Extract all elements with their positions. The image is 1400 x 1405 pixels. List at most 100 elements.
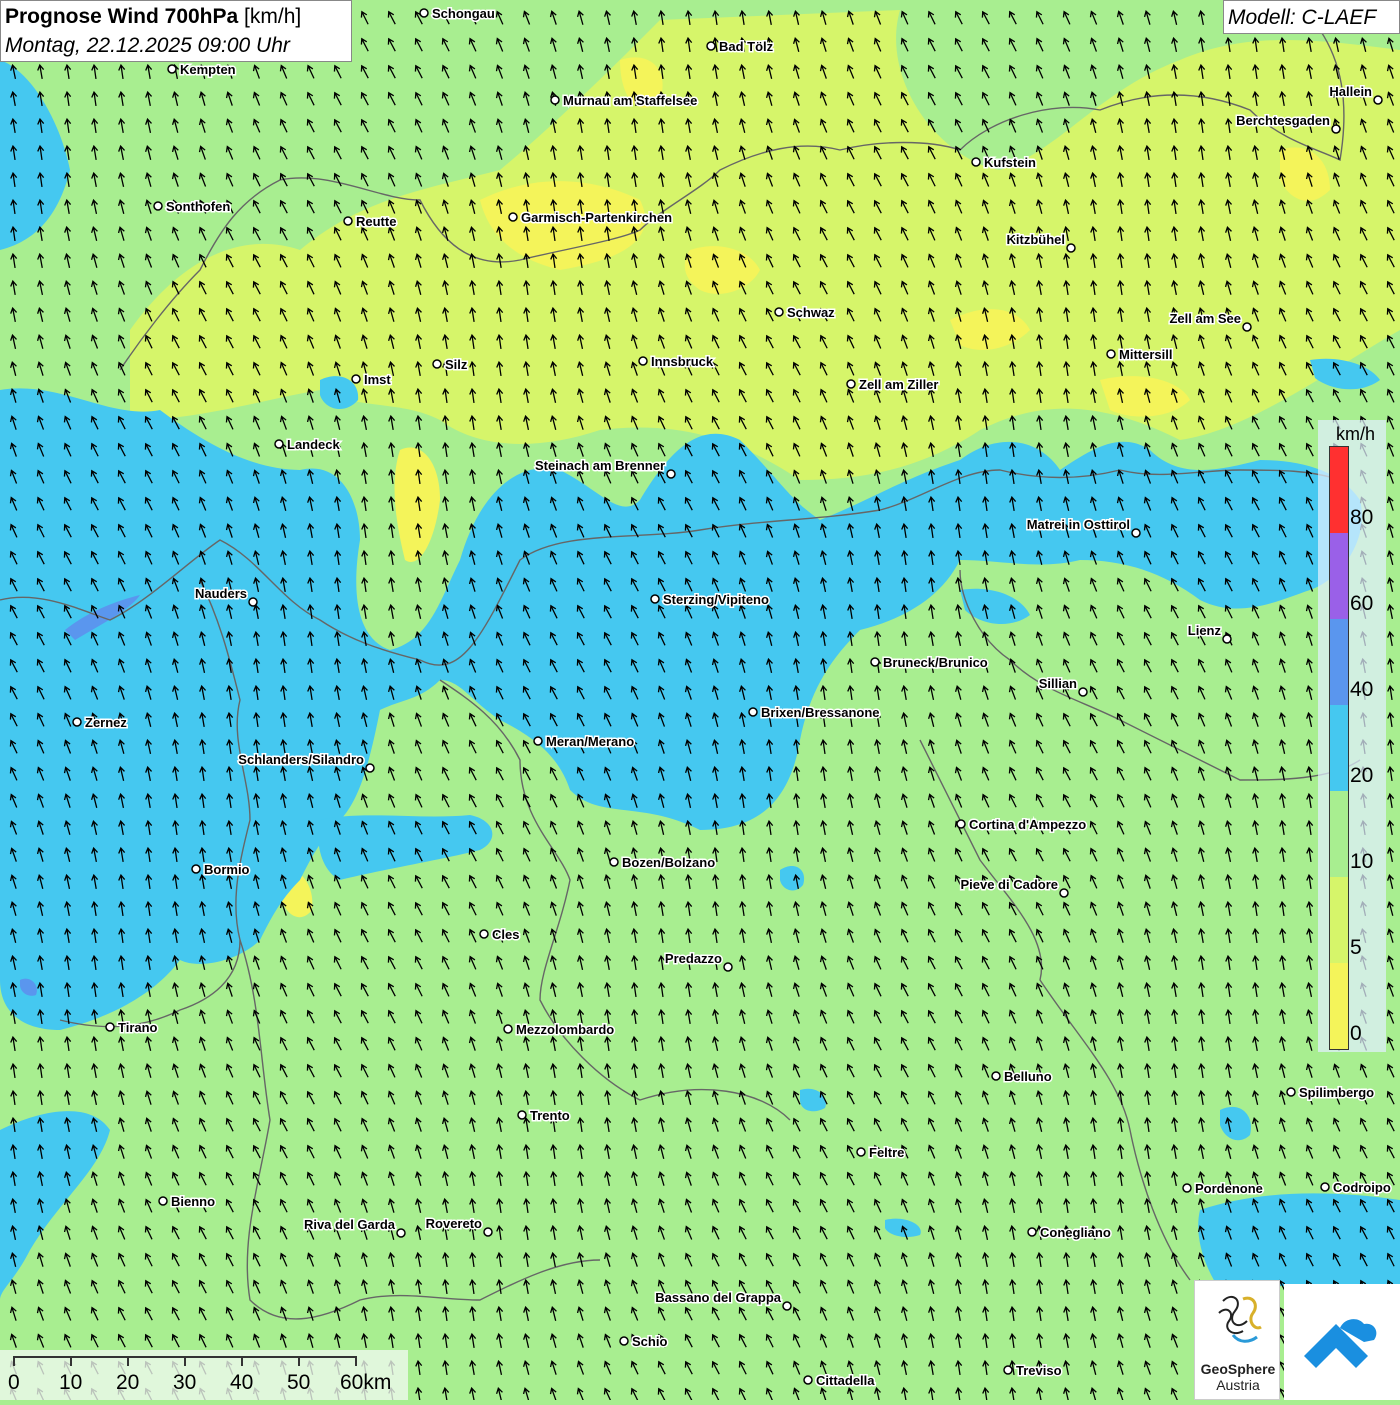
city-dot [1131,528,1141,538]
geosphere-logo-sub: Austria [1216,1377,1260,1393]
title-main: Prognose Wind 700hPa [5,5,239,28]
city-dot [1003,1365,1013,1375]
city-marker: Pordenone [1182,1180,1264,1198]
city-dot [517,1110,527,1120]
city-dot [1331,124,1341,134]
city-dot [191,864,201,874]
legend-segment [1330,791,1348,877]
city-label: Bormio [204,862,250,877]
city-label: Steinach am Brenner [535,458,665,473]
city-marker: Murnau am Staffelsee [550,92,699,110]
legend-segment [1330,447,1348,533]
city-marker: Mezzolombardo [503,1021,616,1039]
scale-tick [241,1356,243,1366]
scale-tick [70,1356,72,1366]
scale-tick [298,1356,300,1366]
legend-tick-label: 5 [1350,936,1362,959]
legend-tick-label: 0 [1350,1022,1362,1045]
legend-tick-label: 60 [1350,592,1374,615]
scale-tick [355,1356,357,1366]
city-label: Sillian [1039,676,1077,691]
city-label: Imst [364,372,391,387]
weather-app-logo [1284,1284,1400,1400]
city-label: Pordenone [1195,1181,1263,1196]
legend-tick-label: 10 [1350,850,1374,873]
city-dot [723,962,733,972]
legend-segment [1330,963,1348,1049]
city-dot [1222,634,1232,644]
city-dot [396,1228,406,1238]
city-label: Mittersill [1119,347,1172,362]
city-dot [1059,888,1069,898]
city-marker: Brixen/Bressanone [748,704,881,722]
city-dot [638,356,648,366]
city-label: Spilimbergo [1299,1085,1374,1100]
scale-label: 20 [116,1371,140,1394]
geosphere-logo-icon [1218,1295,1262,1343]
forecast-datetime: Montag, 22.12.2025 09:00 Uhr [5,34,290,57]
city-marker: Cortina d'Ampezzo [956,816,1088,834]
city-label: Landeck [287,437,341,452]
city-dot [1027,1227,1037,1237]
city-label: Hallein [1329,84,1372,99]
city-label: Tirano [118,1020,158,1035]
map-title: Prognose Wind 700hPa [km/h] [5,5,301,29]
city-label: Cittadella [816,1373,875,1388]
city-dot [1066,243,1076,253]
city-label: Feltre [869,1145,904,1160]
city-dot [1182,1183,1192,1193]
legend-colorbar [1329,446,1349,1050]
city-dot [508,212,518,222]
city-label: Garmisch-Partenkirchen [521,210,672,225]
weather-app-icon [1304,1319,1377,1368]
map-title-box: Prognose Wind 700hPa [km/h] Montag, 22.1… [0,0,352,62]
city-dot [1078,687,1088,697]
city-marker: Bozen/Bolzano [609,854,717,872]
legend-unit: km/h [1336,424,1376,444]
city-label: Bozen/Bolzano [622,855,715,870]
city-dot [343,216,353,226]
city-label: Belluno [1004,1069,1052,1084]
city-label: Innsbruck [651,354,714,369]
legend-segment [1330,533,1348,619]
city-label: Berchtesgaden [1236,113,1330,128]
scale-label: 0 [8,1371,20,1394]
legend-segment [1330,619,1348,705]
city-label: Zernez [85,715,127,730]
city-label: Lienz [1188,623,1222,638]
scale-tick [127,1356,129,1366]
city-dot [870,657,880,667]
city-label: Cortina d'Ampezzo [969,817,1086,832]
city-label: Nauders [195,586,247,601]
scale-label: 60km [340,1371,392,1394]
city-dot [856,1147,866,1157]
city-label: Schlanders/Silandro [238,752,364,767]
city-label: Schio [632,1334,667,1349]
city-label: Pieve di Cadore [960,877,1058,892]
city-dot [72,717,82,727]
city-label: Conegliano [1040,1225,1111,1240]
city-dot [666,469,676,479]
city-label: Matrei in Osttirol [1027,517,1130,532]
city-label: Murnau am Staffelsee [563,93,697,108]
geosphere-logo-name: GeoSphere [1200,1361,1276,1377]
legend-segment [1330,877,1348,963]
city-dot [248,597,258,607]
city-marker: Garmisch-Partenkirchen [508,209,674,227]
city-dot [956,819,966,829]
city-dot [274,439,284,449]
city-label: Codroipo [1333,1180,1391,1195]
city-marker: Zell am Ziller [846,376,940,394]
city-dot [846,379,856,389]
city-label: Kempten [180,62,236,77]
city-label: Schongau [432,6,495,21]
city-dot [650,594,660,604]
city-dot [479,929,489,939]
model-box: Modell: C-LAEF [1223,0,1400,34]
city-label: Bad Tölz [719,39,774,54]
title-unit: [km/h] [244,5,302,28]
scale-tick [184,1356,186,1366]
city-label: Sterzing/Vipiteno [663,592,769,607]
city-dot [774,307,784,317]
city-label: Reutte [356,214,396,229]
